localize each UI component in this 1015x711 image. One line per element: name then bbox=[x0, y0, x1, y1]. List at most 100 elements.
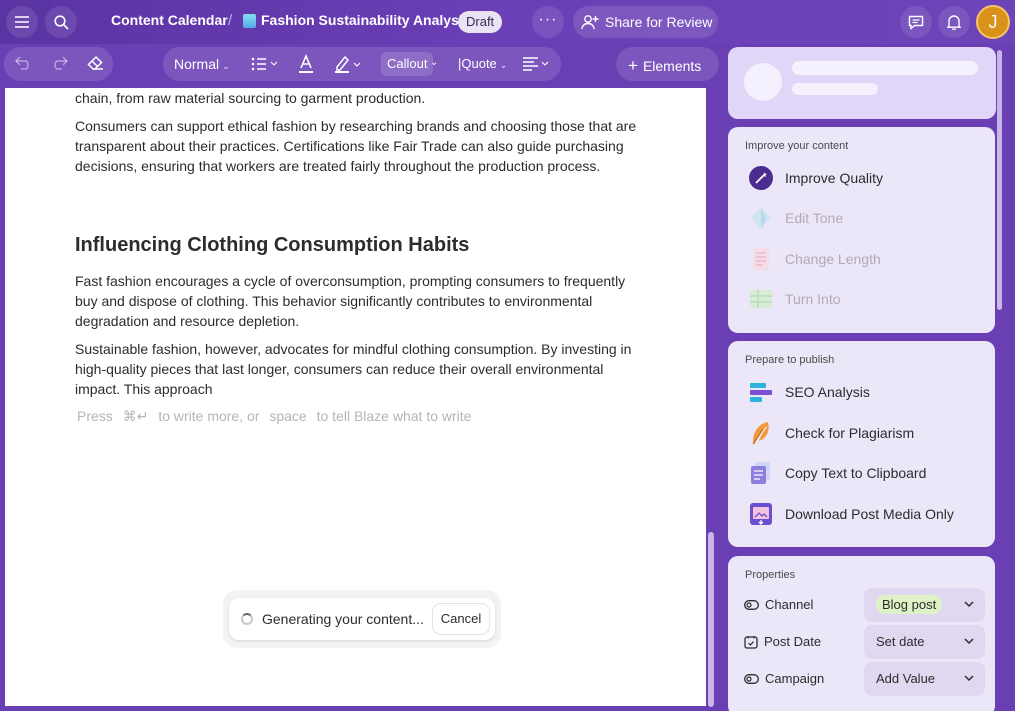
magic-wand-icon bbox=[749, 166, 773, 190]
generating-card: Generating your content... Cancel bbox=[229, 598, 495, 640]
write-more-hint: Press ⌘↵ to write more, or space to tell… bbox=[77, 408, 471, 425]
campaign-label: Campaign bbox=[765, 671, 825, 686]
post-date-select[interactable]: Set date bbox=[864, 625, 985, 659]
text-style-label: Normal bbox=[174, 56, 220, 72]
spinner-icon bbox=[241, 613, 253, 625]
redo-button[interactable] bbox=[50, 56, 69, 75]
quote-select[interactable]: |Quote ⌄ bbox=[458, 56, 507, 71]
bell-icon bbox=[947, 15, 961, 30]
prepare-publish-panel: Prepare to publish SEO Analysis Check fo… bbox=[728, 341, 995, 547]
text-color-button[interactable] bbox=[298, 53, 314, 79]
campaign-label-wrap: Campaign bbox=[744, 671, 824, 686]
download-media-button[interactable]: Download Post Media Only bbox=[748, 501, 954, 527]
generating-text: Generating your content... bbox=[262, 611, 424, 627]
turn-into-button[interactable]: Turn Into bbox=[748, 286, 841, 312]
search-icon bbox=[53, 14, 69, 30]
top-bar: Content Calendar / Fashion Sustainabilit… bbox=[0, 0, 1015, 44]
campaign-property: Campaign Add Value bbox=[744, 662, 985, 696]
callout-button[interactable]: Callout bbox=[381, 52, 434, 76]
share-label: Share for Review bbox=[605, 14, 713, 30]
menu-button[interactable] bbox=[6, 6, 38, 38]
comment-icon bbox=[908, 15, 924, 30]
channel-select[interactable]: Blog post bbox=[864, 588, 985, 622]
highlighter-icon bbox=[335, 55, 361, 73]
placeholder-line bbox=[792, 61, 978, 75]
clipboard-icon bbox=[751, 462, 770, 484]
properties-title: Properties bbox=[745, 569, 796, 581]
download-media-label: Download Post Media Only bbox=[785, 506, 954, 522]
callout-chevron-icon[interactable]: ⌄ bbox=[430, 57, 438, 68]
check-plagiarism-button[interactable]: Check for Plagiarism bbox=[748, 420, 914, 446]
post-date-property: Post Date Set date bbox=[744, 625, 985, 659]
channel-value: Blog post bbox=[876, 595, 943, 614]
user-avatar[interactable]: J bbox=[976, 5, 1010, 39]
calendar-icon bbox=[744, 635, 758, 649]
paragraph[interactable]: Consumers can support ethical fashion by… bbox=[75, 116, 645, 176]
comments-button[interactable] bbox=[900, 6, 932, 38]
post-date-label-wrap: Post Date bbox=[744, 634, 821, 649]
change-length-label: Change Length bbox=[785, 251, 881, 267]
plus-icon: + bbox=[628, 56, 638, 75]
cancel-generation-button[interactable]: Cancel bbox=[433, 604, 489, 634]
post-date-value: Set date bbox=[876, 634, 925, 649]
paragraph[interactable]: chain, from raw material sourcing to gar… bbox=[75, 88, 645, 108]
paragraph[interactable]: Sustainable fashion, however, advocates … bbox=[75, 339, 645, 399]
quote-label: |Quote bbox=[458, 56, 497, 71]
breadcrumb-content-calendar[interactable]: Content Calendar bbox=[111, 12, 228, 28]
more-options-button[interactable]: ··· bbox=[532, 6, 564, 38]
editor-scrollbar[interactable] bbox=[708, 532, 714, 707]
breadcrumb-separator: / bbox=[228, 12, 233, 29]
elements-label[interactable]: + Elements bbox=[628, 56, 701, 76]
align-left-icon bbox=[523, 57, 549, 71]
campaign-value: Add Value bbox=[876, 671, 936, 686]
copy-text-label: Copy Text to Clipboard bbox=[785, 465, 927, 481]
download-image-icon bbox=[750, 503, 772, 525]
elements-text: Elements bbox=[642, 58, 702, 74]
hint-text: to tell Blaze what to write bbox=[316, 408, 472, 424]
seo-analysis-button[interactable]: SEO Analysis bbox=[748, 379, 870, 405]
feather-icon bbox=[752, 422, 769, 445]
undo-button[interactable] bbox=[14, 56, 33, 75]
properties-panel: Properties Channel Blog post Post Date S… bbox=[728, 556, 995, 711]
search-button[interactable] bbox=[45, 6, 77, 38]
seo-chart-icon bbox=[750, 383, 772, 402]
section-heading[interactable]: Influencing Clothing Consumption Habits bbox=[75, 234, 469, 257]
eraser-icon bbox=[87, 55, 103, 70]
chevron-down-icon bbox=[964, 638, 974, 645]
panel-scrollbar[interactable] bbox=[997, 50, 1002, 310]
edit-tone-button[interactable]: Edit Tone bbox=[748, 205, 843, 231]
undo-icon bbox=[14, 56, 29, 70]
copy-text-button[interactable]: Copy Text to Clipboard bbox=[748, 460, 926, 486]
post-date-label: Post Date bbox=[764, 634, 822, 649]
generating-status: Generating your content... Cancel bbox=[223, 590, 501, 648]
placeholder-line bbox=[792, 83, 878, 95]
change-length-button[interactable]: Change Length bbox=[748, 246, 881, 272]
campaign-select[interactable]: Add Value bbox=[864, 662, 985, 696]
improve-quality-button[interactable]: Improve Quality bbox=[748, 165, 883, 191]
improve-quality-label: Improve Quality bbox=[785, 170, 884, 186]
channel-label: Channel bbox=[765, 597, 814, 612]
toggle-icon bbox=[744, 599, 759, 610]
loading-placeholder bbox=[728, 47, 996, 119]
align-button[interactable] bbox=[523, 57, 551, 76]
list-button[interactable] bbox=[251, 57, 279, 76]
channel-property: Channel Blog post bbox=[744, 588, 985, 622]
diamond-icon bbox=[751, 207, 771, 229]
redo-icon bbox=[54, 56, 69, 70]
channel-label-wrap: Channel bbox=[744, 597, 813, 612]
highlight-button[interactable] bbox=[334, 54, 362, 79]
document-title[interactable]: Fashion Sustainability Analysis bbox=[261, 12, 471, 28]
clear-format-button[interactable] bbox=[87, 55, 104, 76]
edit-tone-label: Edit Tone bbox=[785, 210, 844, 226]
text-style-select[interactable]: Normal ⌄ bbox=[174, 56, 230, 72]
document-length-icon bbox=[753, 248, 769, 270]
notifications-button[interactable] bbox=[938, 6, 970, 38]
add-user-icon bbox=[581, 15, 599, 30]
share-for-review-button[interactable]: Share for Review bbox=[573, 6, 718, 38]
chevron-down-icon bbox=[964, 675, 974, 682]
document-icon bbox=[243, 14, 256, 28]
bullet-list-icon bbox=[251, 57, 278, 71]
paragraph[interactable]: Fast fashion encourages a cycle of overc… bbox=[75, 271, 645, 331]
editor-canvas[interactable]: chain, from raw material sourcing to gar… bbox=[5, 88, 706, 706]
hint-text: to write more, or bbox=[158, 408, 260, 424]
